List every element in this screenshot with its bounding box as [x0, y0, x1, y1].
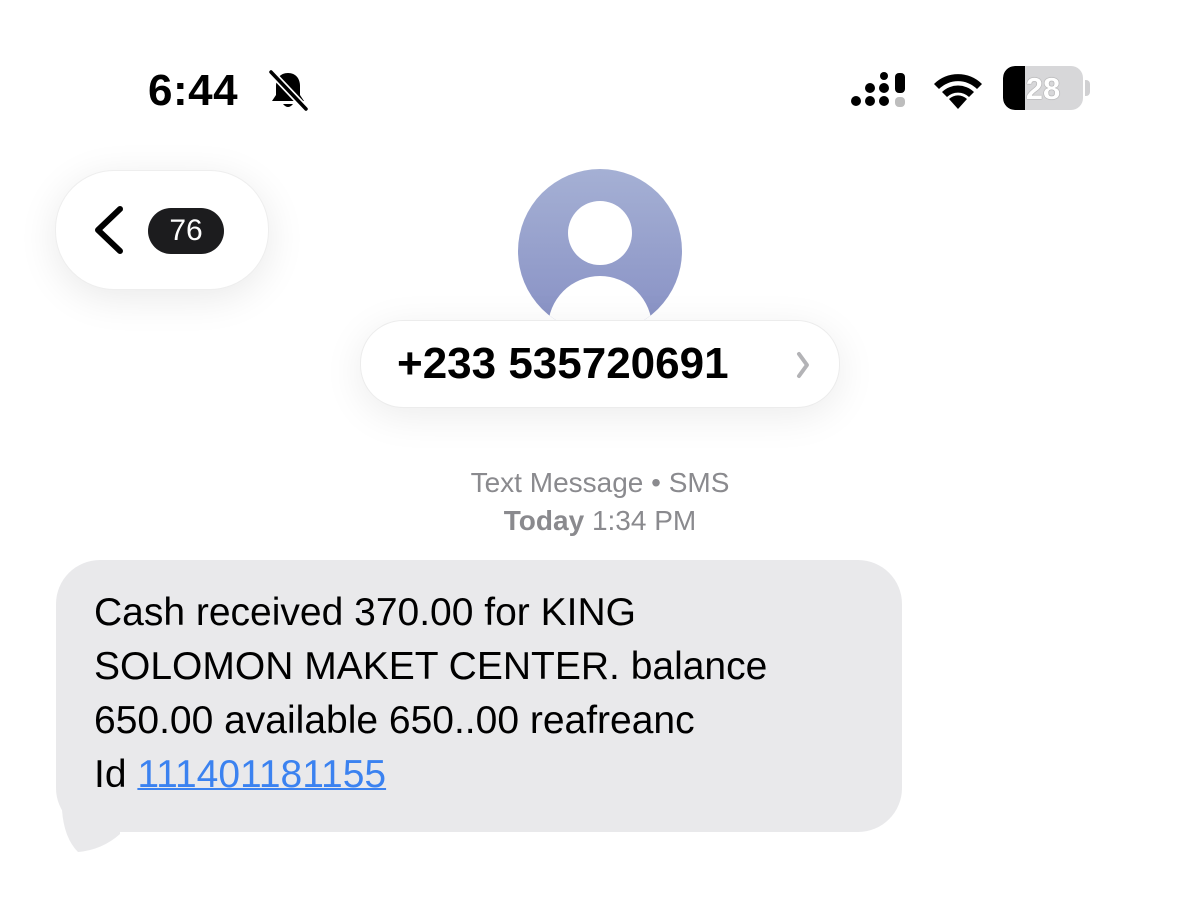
battery-cap [1085, 80, 1090, 96]
chevron-right-icon [797, 352, 809, 378]
contact-phone-number: +233 535720691 [397, 339, 729, 388]
chevron-left-icon [95, 206, 123, 254]
contact-name-button[interactable]: +233 535720691 [360, 320, 840, 408]
person-avatar-icon[interactable] [518, 169, 682, 333]
messages-screen: 6:44 28 76 +233 535720691 Text Message •… [0, 0, 1200, 921]
message-line: 650.00 available 650..00 reafreanc [94, 699, 695, 742]
message-line: Id 111401181155 [94, 748, 884, 802]
back-button[interactable]: 76 [55, 170, 269, 290]
message-type-label: Text Message • SMS [470, 467, 730, 498]
battery-percentage: 28 [1025, 71, 1061, 106]
battery-icon: 28 [1003, 66, 1083, 110]
incoming-message-bubble[interactable]: Cash received 370.00 for KING SOLOMON MA… [56, 560, 902, 832]
avatar-head [568, 201, 632, 265]
message-text: Cash received 370.00 for KING SOLOMON MA… [94, 586, 884, 802]
timestamp-day: Today [503, 505, 585, 536]
cellular-signal-icon [851, 72, 905, 107]
status-time: 6:44 [148, 66, 239, 115]
reference-id-link[interactable]: 111401181155 [137, 753, 386, 796]
message-line: SOLOMON MAKET CENTER. balance [94, 645, 768, 688]
bell-slash-icon [268, 69, 309, 112]
unread-count-badge: 76 [148, 208, 224, 254]
timestamp-time: 1:34 PM [591, 505, 697, 536]
message-timestamp: Today 1:34 PM [0, 505, 1200, 537]
wifi-icon [934, 74, 982, 109]
message-line: Cash received 370.00 for KING [94, 591, 636, 634]
message-line-prefix: Id [94, 753, 138, 796]
